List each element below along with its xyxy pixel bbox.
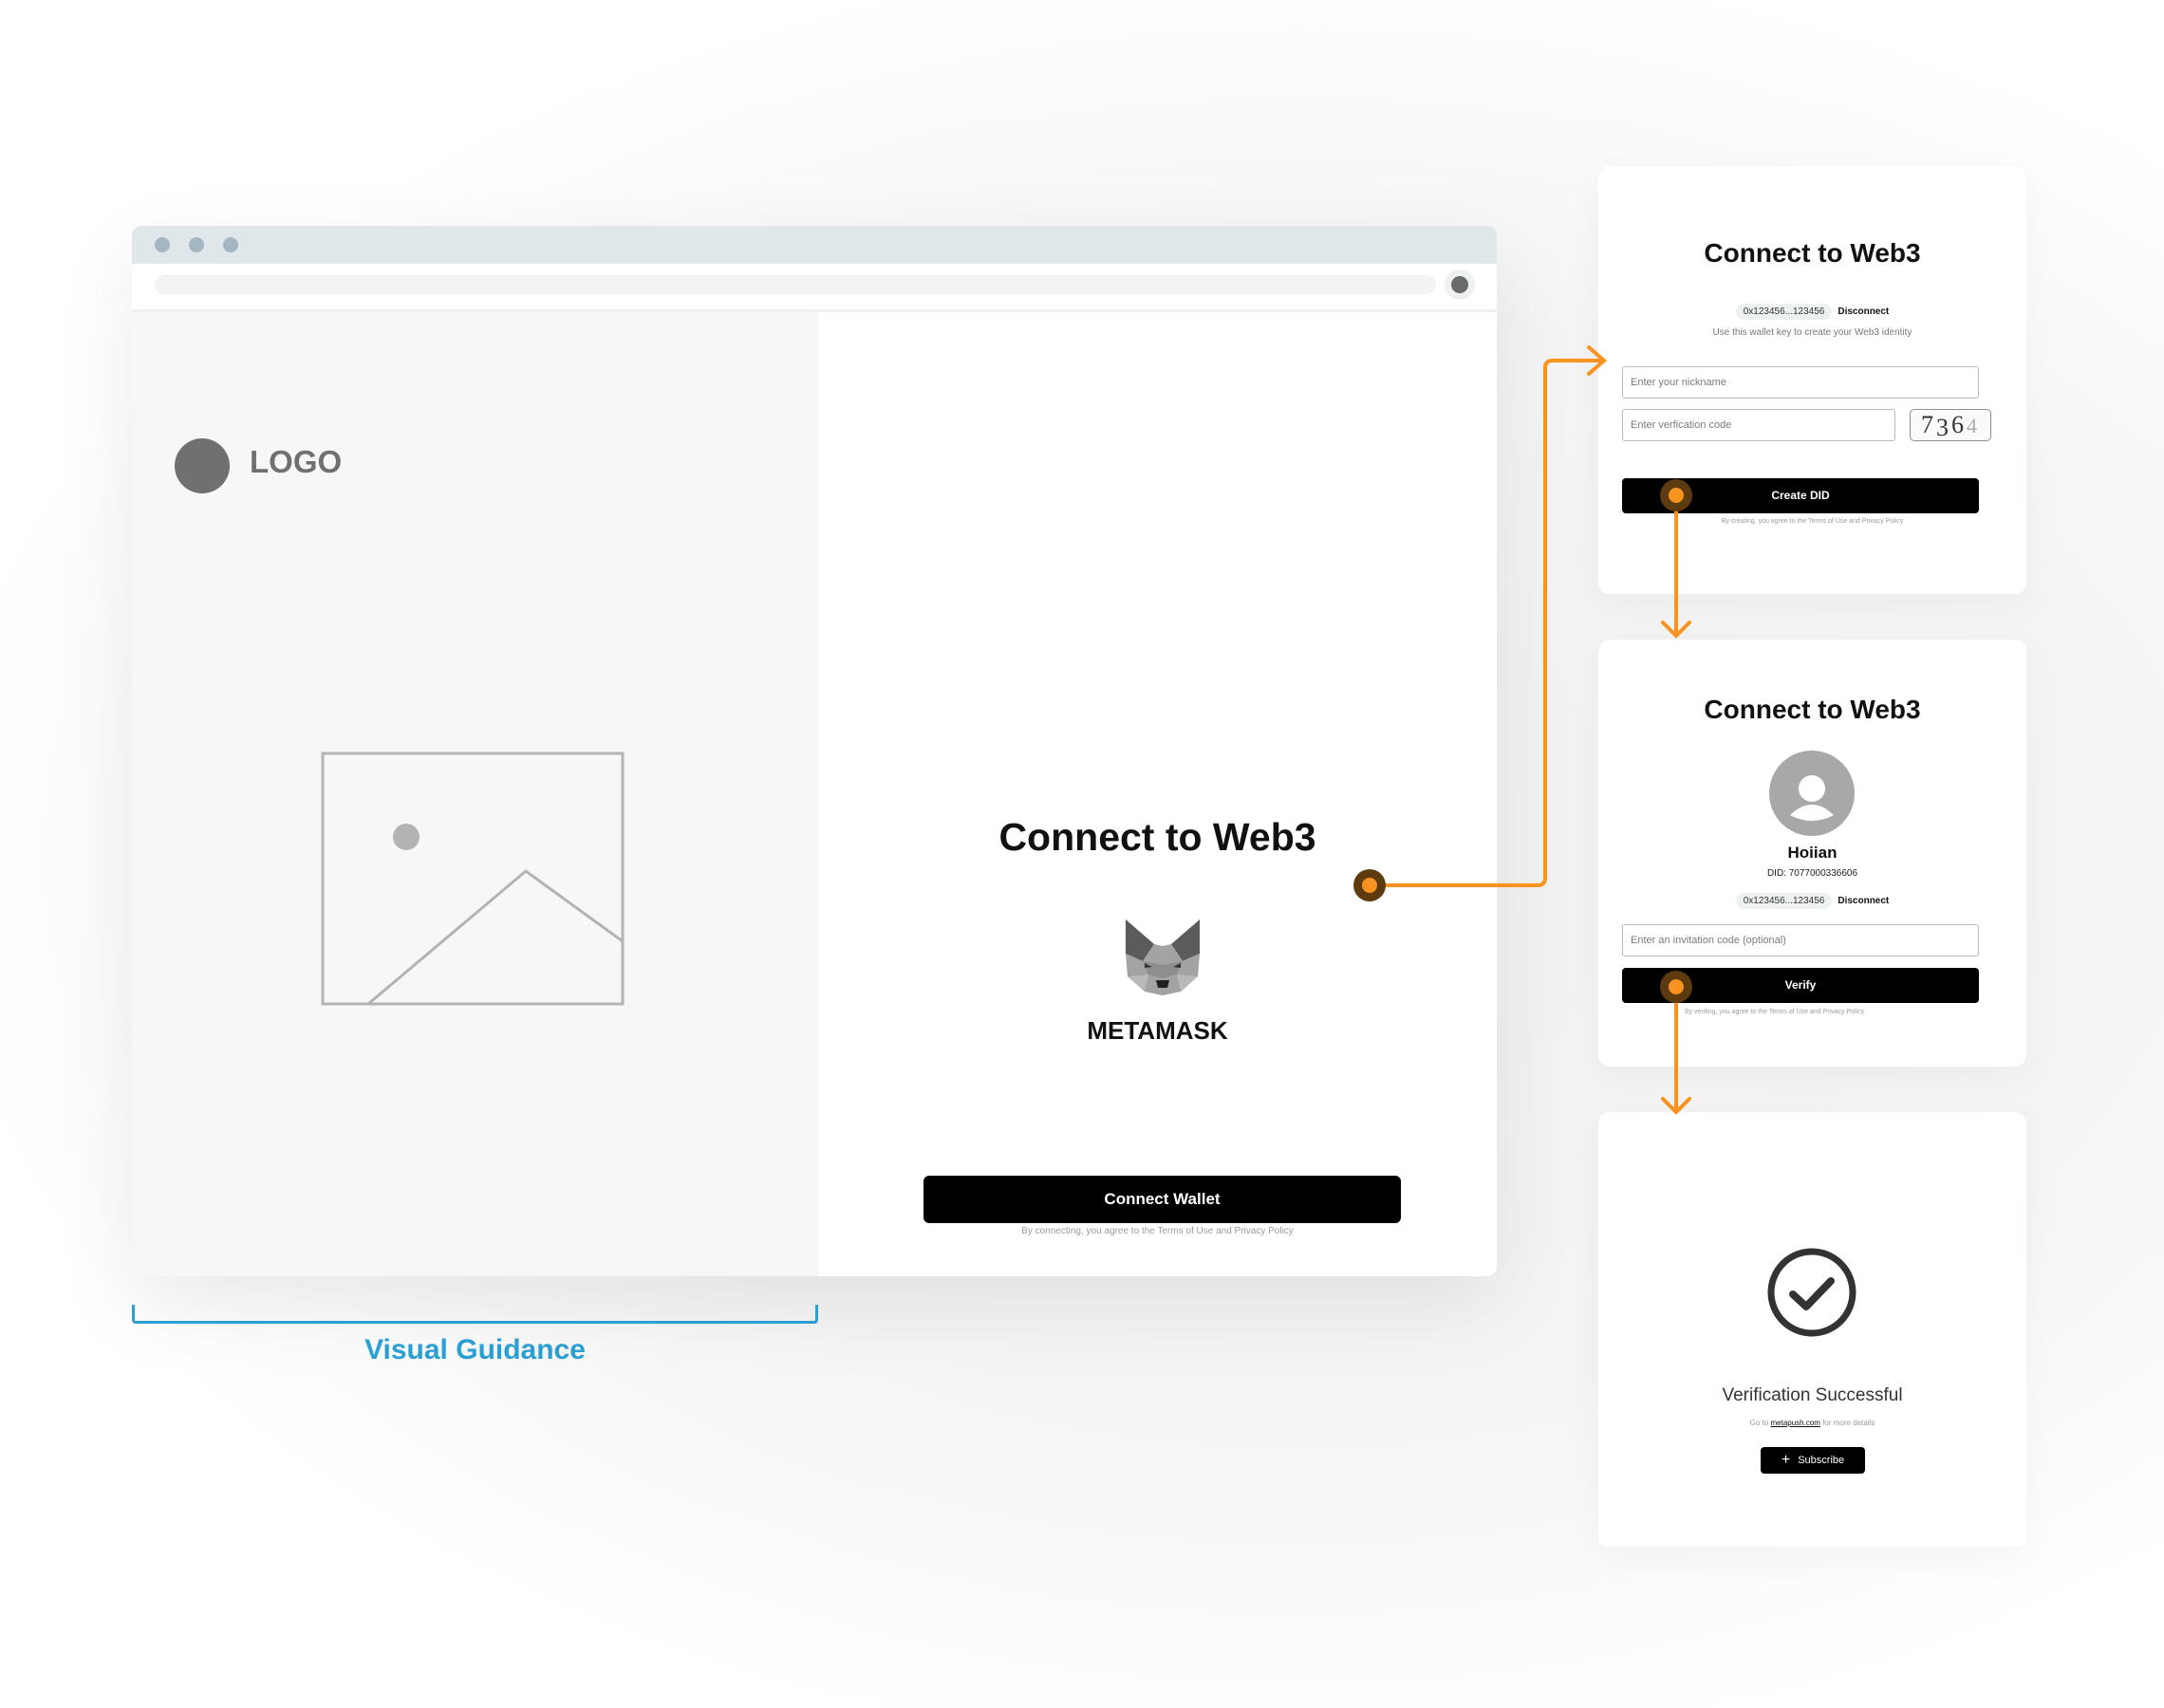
captcha-image[interactable]: 7364 <box>1910 409 1991 441</box>
create-did-button[interactable]: Create DID <box>1622 478 1979 513</box>
check-circle-icon <box>1767 1248 1856 1337</box>
connect-wallet-button[interactable]: Connect Wallet <box>923 1176 1401 1223</box>
card-title: Connect to Web3 <box>1704 695 1921 724</box>
image-placeholder-icon <box>321 752 625 1006</box>
create-terms-text: By creating, you agree to the Terms of U… <box>1721 518 1904 525</box>
address-bar[interactable] <box>155 275 1436 294</box>
verification-code-input[interactable] <box>1622 409 1895 441</box>
browser-toolbar <box>132 264 1497 312</box>
create-did-card: Connect to Web3 0x123456...123456 Disconn… <box>1598 166 2026 594</box>
did-number: DID: 7077000336606 <box>1766 868 1858 879</box>
subscribe-label: Subscribe <box>1798 1455 1845 1466</box>
subscribe-button[interactable]: + Subscribe <box>1761 1447 1865 1474</box>
goto-suffix: for more details <box>1822 1419 1875 1427</box>
captcha-digit: 6 <box>1951 411 1967 438</box>
visual-guidance-bracket <box>132 1305 818 1324</box>
wallet-row: 0x123456...123456 Disconnect <box>1598 893 2026 909</box>
logo-text: LOGO <box>250 444 343 479</box>
connect-pane: Connect to Web3 METAMASK Connect Wallet … <box>818 312 1497 1276</box>
page-title: Connect to Web3 <box>998 815 1316 859</box>
window-dot-close[interactable] <box>155 237 170 252</box>
metapush-link[interactable]: metapush.com <box>1770 1419 1819 1427</box>
verify-card: Connect to Web3 Hoiian DID: 707700033660… <box>1598 640 2026 1067</box>
user-name: Hoiian <box>1787 844 1838 862</box>
browser-titlebar <box>132 226 1497 264</box>
user-avatar-icon <box>1769 751 1855 836</box>
wallet-address-pill: 0x123456...123456 <box>1735 304 1833 320</box>
metamask-fox-icon <box>1126 919 1200 995</box>
captcha-digit: 4 <box>1967 414 1980 437</box>
goto-text: Go to metapush.com for more details <box>1598 1419 2026 1427</box>
disconnect-link[interactable]: Disconnect <box>1838 896 1889 906</box>
verify-terms-text: By verifing, you agree to the Terms of U… <box>1684 1009 1865 1015</box>
card-title: Connect to Web3 <box>1704 238 1921 268</box>
browser-window: LOGO Connect to Web3 METAMASK Connect Wa… <box>132 226 1497 1276</box>
window-dot-maximize[interactable] <box>223 237 238 252</box>
disconnect-link[interactable]: Disconnect <box>1838 306 1889 317</box>
logo-icon <box>175 438 230 493</box>
captcha-digit: 3 <box>1936 414 1951 441</box>
success-title: Verification Successful <box>1722 1385 1903 1405</box>
connect-terms-text: By connecting, you agree to the Terms of… <box>1021 1226 1294 1236</box>
profile-icon[interactable] <box>1445 269 1475 300</box>
success-card: Verification Successful Go to metapush.c… <box>1598 1112 2026 1547</box>
plus-icon: + <box>1781 1452 1791 1468</box>
window-dot-minimize[interactable] <box>189 237 204 252</box>
wallet-row: 0x123456...123456 Disconnect <box>1598 304 2026 320</box>
invitation-code-input[interactable] <box>1622 924 1979 956</box>
captcha-digit: 7 <box>1921 411 1936 438</box>
identity-hint: Use this wallet key to create your Web3 … <box>1712 327 1912 338</box>
goto-prefix: Go to <box>1749 1419 1769 1427</box>
wallet-address-pill: 0x123456...123456 <box>1735 893 1833 909</box>
visual-guidance-label: Visual Guidance <box>364 1334 586 1365</box>
wallet-name: METAMASK <box>1087 1016 1228 1045</box>
verify-button[interactable]: Verify <box>1622 968 1979 1003</box>
visual-guidance-pane: LOGO <box>132 312 818 1276</box>
nickname-input[interactable] <box>1622 366 1979 399</box>
